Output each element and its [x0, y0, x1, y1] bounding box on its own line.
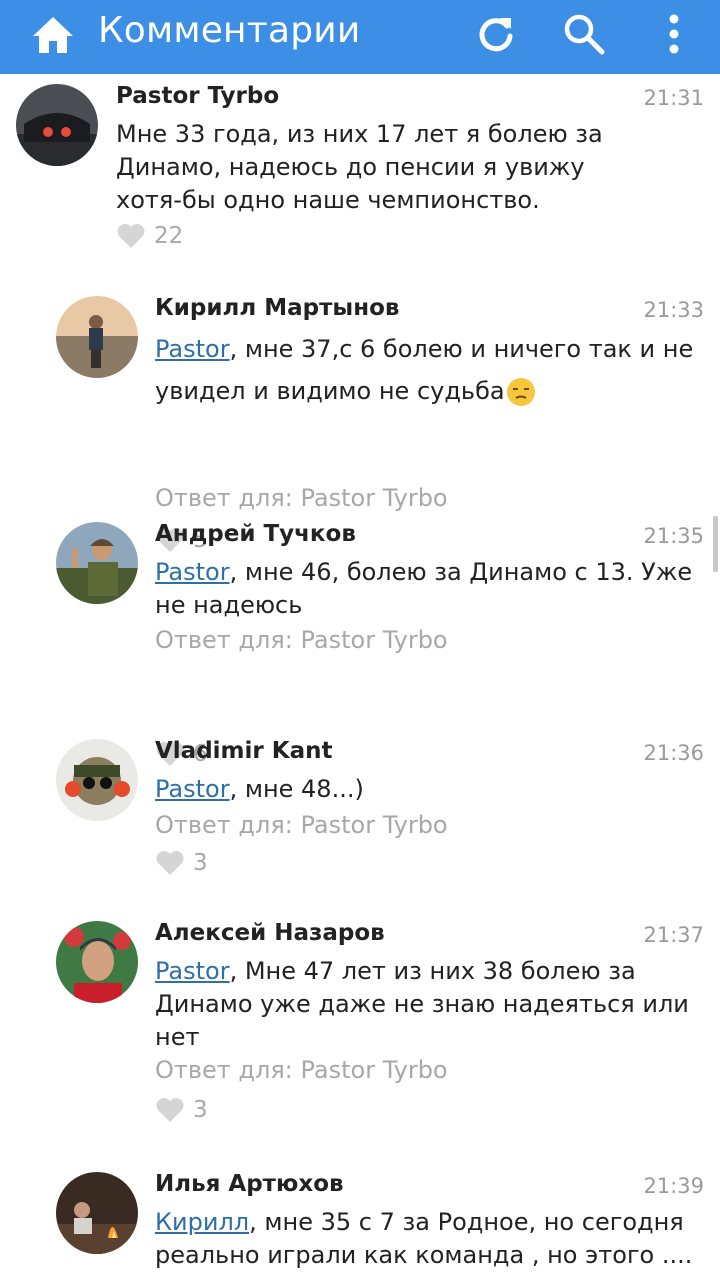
comment-body: , мне 37,с 6 болею и ничего так и не уви… [155, 335, 694, 405]
avatar[interactable] [56, 739, 138, 821]
reply-prefix: Ответ для: [155, 1056, 293, 1084]
like-button[interactable]: 22 [116, 222, 183, 249]
comment-author[interactable]: Андрей Тучков [155, 521, 356, 547]
reply-author[interactable]: Pastor Tyrbo [301, 1056, 448, 1084]
mention-link[interactable]: Pastor [155, 558, 230, 586]
like-count: 22 [154, 222, 184, 249]
heart-icon [117, 224, 145, 248]
comment-text: Кирилл, мне 35 с 7 за Родное, но сегодня… [155, 1206, 720, 1272]
app-bar: Комментарии [0, 0, 720, 74]
comment-time: 21:37 [643, 923, 704, 947]
like-button[interactable]: 3 [155, 1096, 208, 1123]
avatar[interactable] [56, 921, 138, 1003]
reply-author[interactable]: Pastor Tyrbo [301, 484, 448, 512]
like-count: 3 [193, 849, 208, 876]
mention-link[interactable]: Pastor [155, 335, 230, 363]
comment-body: , Мне 47 лет из них 38 болею за Динамо у… [155, 957, 689, 1051]
page-title: Комментарии [98, 10, 361, 51]
comment-author[interactable]: Кирилл Мартынов [155, 295, 399, 321]
mention-link[interactable]: Pastor [155, 957, 230, 985]
reply-to: Ответ для: Pastor Tyrbo [155, 811, 448, 839]
reply-author[interactable]: Pastor Tyrbo [301, 626, 448, 654]
unamused-emoji-icon [506, 377, 536, 407]
comment-text: Pastor, Мне 47 лет из них 38 болею за Ди… [155, 955, 720, 1054]
comment-body: Мне 33 года, из них 17 лет я болею за Ди… [116, 120, 603, 214]
scrollbar[interactable] [713, 516, 718, 572]
comment-text: Pastor, мне 48...) [155, 773, 720, 806]
comment-time: 21:36 [643, 741, 704, 765]
comment-author[interactable]: Vladimir Kant [155, 738, 332, 764]
comment-text: Pastor, мне 46, болею за Динамо с 13. Уж… [155, 556, 720, 622]
heart-icon [156, 851, 184, 875]
reply-to: Ответ для: Pastor Tyrbo [155, 626, 448, 654]
avatar[interactable] [56, 522, 138, 604]
more-vert-icon[interactable] [652, 12, 696, 56]
refresh-icon[interactable] [474, 12, 518, 56]
avatar[interactable] [56, 1172, 138, 1254]
reply-author[interactable]: Pastor Tyrbo [301, 811, 448, 839]
comment-time: 21:33 [643, 298, 704, 322]
comment-time: 21:35 [643, 524, 704, 548]
mention-link[interactable]: Pastor [155, 775, 230, 803]
reply-prefix: Ответ для: [155, 484, 293, 512]
heart-icon [156, 1098, 184, 1122]
comment-body: , мне 48...) [229, 775, 364, 803]
comment-author[interactable]: Илья Артюхов [155, 1171, 344, 1197]
reply-prefix: Ответ для: [155, 811, 293, 839]
comment-time: 21:31 [643, 86, 704, 110]
reply-prefix: Ответ для: [155, 626, 293, 654]
reply-to: Ответ для: Pastor Tyrbo [155, 1056, 448, 1084]
comment-body: , мне 46, болею за Динамо с 13. Уже не н… [155, 558, 693, 619]
comment-text: Мне 33 года, из них 17 лет я болею за Ди… [116, 118, 636, 217]
comment-author[interactable]: Pastor Tyrbo [116, 83, 279, 109]
reply-to: Ответ для: Pastor Tyrbo [155, 484, 448, 512]
search-icon[interactable] [562, 12, 606, 56]
comment-author[interactable]: Алексей Назаров [155, 920, 385, 946]
avatar[interactable] [56, 296, 138, 378]
like-button[interactable]: 3 [155, 849, 208, 876]
home-icon[interactable] [30, 14, 76, 56]
avatar[interactable] [16, 84, 98, 166]
mention-link[interactable]: Кирилл [155, 1208, 249, 1236]
like-count: 3 [193, 1096, 208, 1123]
comment-text: Pastor, мне 37,с 6 болею и ничего так и … [155, 328, 720, 412]
comment-time: 21:39 [643, 1174, 704, 1198]
comment-list[interactable]: Pastor Tyrbo 21:31 Мне 33 года, из них 1… [0, 74, 720, 1273]
